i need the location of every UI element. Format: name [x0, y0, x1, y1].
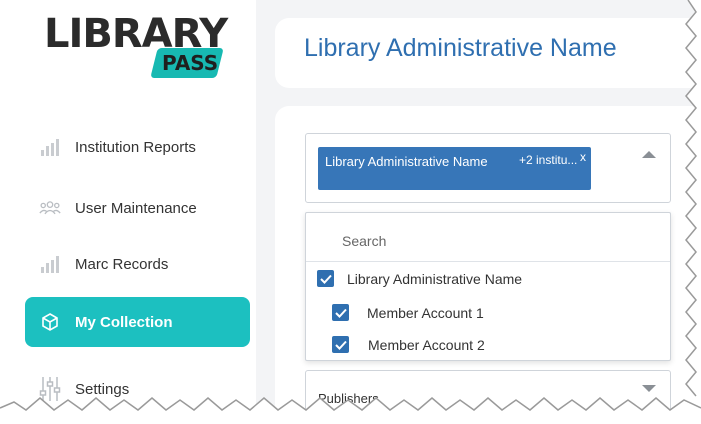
logo-badge: PASS — [150, 48, 224, 78]
publishers-select[interactable]: Publishers — [305, 370, 671, 424]
sidebar-item-label: Institution Reports — [75, 138, 196, 156]
collapse-caret-icon[interactable] — [642, 151, 656, 158]
chip-remove-button[interactable]: x — [580, 150, 586, 164]
checkbox-checked-icon[interactable] — [332, 304, 349, 321]
option-member-account-2[interactable]: Member Account 2 — [332, 336, 485, 353]
selected-chip: Library Administrative Name +2 institu..… — [318, 147, 591, 190]
header-card: Library Administrative Name — [275, 18, 701, 88]
option-label: Member Account 1 — [367, 304, 484, 321]
institution-select[interactable]: Library Administrative Name +2 institu..… — [305, 133, 671, 203]
chip-label: Library Administrative Name — [325, 154, 488, 169]
app-window: LIBRARY PASS Institution Reports User Ma… — [0, 0, 701, 424]
institution-dropdown: Library Administrative Name Member Accou… — [305, 212, 671, 361]
checkbox-checked-icon[interactable] — [332, 336, 349, 353]
chevron-down-icon[interactable] — [642, 385, 656, 392]
option-label: Member Account 2 — [368, 336, 485, 353]
sidebar-item-marc-records[interactable]: Marc Records — [25, 240, 250, 288]
sidebar-item-user-maintenance[interactable]: User Maintenance — [25, 184, 250, 232]
sliders-icon — [39, 377, 61, 401]
bar-chart-icon — [39, 253, 61, 275]
chip-more-count: +2 institu... — [519, 153, 578, 167]
option-label: Library Administrative Name — [347, 270, 523, 287]
publishers-label: Publishers — [318, 391, 379, 406]
sidebar: LIBRARY PASS Institution Reports User Ma… — [8, 0, 256, 424]
sidebar-item-institution-reports[interactable]: Institution Reports — [25, 123, 250, 171]
sidebar-item-my-collection[interactable]: My Collection — [25, 297, 250, 347]
sidebar-item-label: Settings — [75, 380, 130, 398]
sidebar-item-label: My Collection — [75, 313, 173, 331]
sidebar-item-label: User Maintenance — [75, 199, 197, 217]
cube-icon — [39, 311, 61, 333]
users-icon — [39, 197, 61, 219]
library-pass-logo: LIBRARY PASS — [44, 14, 228, 80]
sidebar-item-settings[interactable]: Settings — [25, 365, 250, 413]
sidebar-item-label: Marc Records — [75, 255, 169, 273]
bar-chart-icon — [39, 136, 61, 158]
option-library-administrative-name[interactable]: Library Administrative Name — [317, 270, 522, 287]
checkbox-checked-icon[interactable] — [317, 270, 334, 287]
page-title: Library Administrative Name — [304, 34, 617, 62]
search-input[interactable] — [306, 213, 670, 262]
option-member-account-1[interactable]: Member Account 1 — [332, 304, 484, 321]
